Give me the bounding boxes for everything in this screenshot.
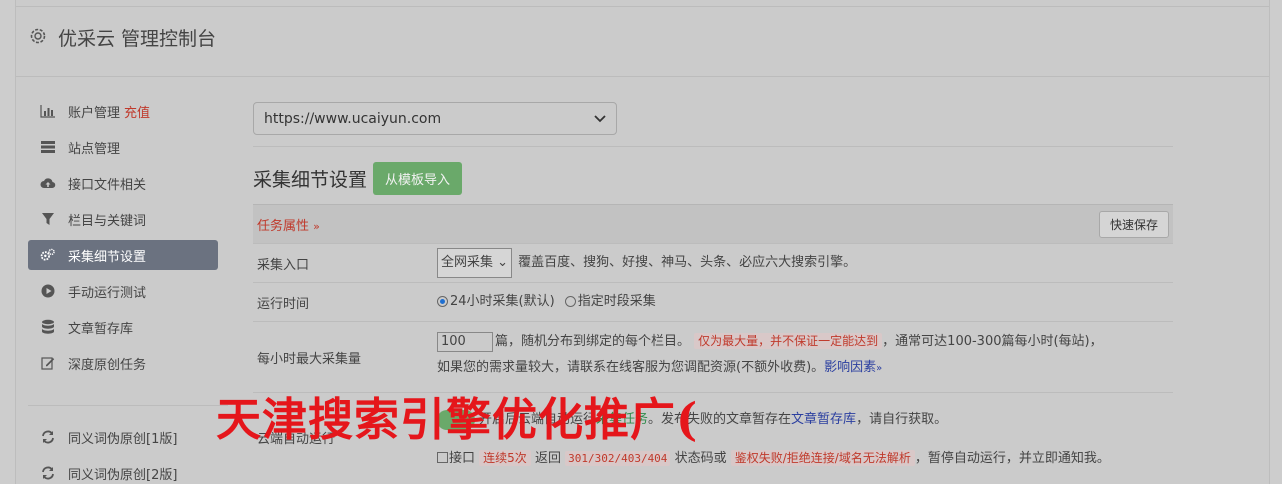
sidebar-item-synonym-v1[interactable]: 同义词伪原创[1版]	[28, 422, 218, 452]
max-rate-contact-text: 如果您的需求量较大，请联系在线客服为您调配资源(不额外收费)。	[437, 360, 825, 375]
site-select-value: https://www.ucaiyun.com	[264, 110, 442, 127]
task-properties-label: 任务属性	[257, 218, 310, 234]
chevron-down-icon: ⌄	[497, 255, 509, 270]
sidebar-item-article-storage[interactable]: 文章暂存库	[28, 312, 218, 342]
sidebar-item-columns-keywords[interactable]: 栏目与关键词	[28, 204, 218, 234]
max-rate-input[interactable]: 100	[437, 331, 493, 352]
cloud-text-3: ，请自行获取。	[856, 412, 948, 427]
gears-icon	[40, 247, 56, 263]
sidebar-item-label: 同义词伪原创[2版]	[68, 467, 178, 483]
entry-select-value: 全网采集	[441, 255, 494, 270]
quick-save-button[interactable]: 快速保存	[1098, 210, 1169, 238]
database-icon	[40, 319, 56, 335]
row-label: 每小时最大采集量	[257, 351, 362, 367]
chevron-down-icon	[594, 111, 606, 127]
double-chevron-down-icon: »	[313, 219, 320, 233]
sidebar-item-label: 栏目与关键词	[68, 213, 147, 229]
sidebar-item-collection-settings[interactable]: 采集细节设置	[28, 240, 218, 270]
sidebar-item-deep-original[interactable]: 深度原创任务	[28, 348, 218, 378]
section-title: 采集细节设置	[253, 168, 368, 191]
task-properties-toggle[interactable]: 任务属性 »	[257, 215, 320, 234]
pause-notify-text: ，暂停自动运行，并立即通知我。	[914, 451, 1110, 466]
sidebar-item-label: 站点管理	[68, 141, 121, 157]
max-rate-line-2: 如果您的需求量较大，请联系在线客服为您调配资源(不额外收费)。影响因素»	[437, 355, 1173, 382]
sidebar-item-account[interactable]: 账户管理 充值	[28, 96, 218, 126]
site-select[interactable]: https://www.ucaiyun.com	[253, 102, 617, 135]
consecutive-tag: 连续5次	[479, 450, 531, 466]
import-template-button[interactable]: 从模板导入	[373, 161, 463, 195]
pause-checkbox[interactable]	[437, 452, 448, 463]
entry-select[interactable]: 全网采集 ⌄	[437, 248, 513, 278]
overlay-watermark-text: 天津搜索引擎优化推广(	[216, 393, 699, 446]
max-rate-text: 篇，随机分布到绑定的每个栏目。	[495, 334, 691, 349]
max-rate-line-1: 100 篇，随机分布到绑定的每个栏目。 仅为最大量，并不保证一定能达到 ，通常可达1…	[437, 328, 1173, 355]
influence-factors-link[interactable]: 影响因素	[824, 360, 876, 375]
radio-24h[interactable]	[437, 295, 448, 307]
task-properties-bar: 任务属性 » 快速保存	[253, 204, 1173, 243]
sidebar-item-label: 文章暂存库	[68, 321, 134, 337]
sidebar-item-synonym-v2[interactable]: 同义词伪原创[2版]	[28, 458, 218, 484]
sidebar-item-label: 账户管理	[68, 105, 121, 121]
sidebar: 账户管理 充值 站点管理 接口文件相关 栏目与关键词 采集细节设置 手动运行测试…	[28, 96, 228, 484]
row-label: 采集入口	[257, 257, 310, 273]
scrollbar[interactable]	[1270, 0, 1282, 484]
refresh-icon	[40, 465, 56, 481]
divider	[253, 146, 1173, 147]
recharge-link[interactable]: 充值	[124, 102, 150, 121]
radio-scheduled-label: 指定时段采集	[577, 294, 656, 309]
status-text: 状态码或	[674, 451, 727, 466]
row-value: 全网采集 ⌄ 覆盖百度、搜狗、好搜、神马、头条、必应六大搜索引擎。	[437, 244, 1173, 282]
sidebar-item-label: 同义词伪原创[1版]	[68, 431, 178, 447]
row-max-rate: 每小时最大采集量 100 篇，随机分布到绑定的每个栏目。 仅为最大量，并不保证一定…	[253, 321, 1173, 392]
sidebar-item-interface-files[interactable]: 接口文件相关	[28, 168, 218, 198]
sidebar-item-sites[interactable]: 站点管理	[28, 132, 218, 162]
double-chevron-down-icon: »	[876, 363, 883, 374]
filter-icon	[40, 211, 56, 227]
page-title: 优采云 管理控制台	[58, 28, 217, 50]
bar-chart-icon	[40, 103, 56, 119]
gear-icon	[28, 26, 48, 46]
auth-fail-tag: 鉴权失败/拒绝连接/域名无法解析	[730, 450, 915, 466]
article-storage-link[interactable]: 文章暂存库	[791, 412, 856, 427]
sidebar-item-label: 手动运行测试	[68, 285, 147, 301]
max-rate-note: ，通常可达100-300篇每小时(每站)，	[882, 334, 1103, 349]
row-label: 运行时间	[257, 296, 310, 312]
cloud-upload-icon	[40, 175, 56, 191]
cloud-line-2: 接口 连续5次 返回 301/302/403/404 状态码或 鉴权失败/拒绝连…	[437, 445, 1173, 472]
row-collection-entry: 采集入口 全网采集 ⌄ 覆盖百度、搜狗、好搜、神马、头条、必应六大搜索引擎。	[253, 243, 1173, 282]
radio-scheduled[interactable]	[564, 295, 576, 307]
max-rate-warning: 仅为最大量，并不保证一定能达到	[694, 333, 883, 349]
play-circle-icon	[40, 283, 56, 299]
entry-description: 覆盖百度、搜狗、好搜、神马、头条、必应六大搜索引擎。	[518, 255, 857, 270]
sidebar-item-manual-test[interactable]: 手动运行测试	[28, 276, 218, 306]
header: 优采云 管理控制台	[16, 0, 1269, 77]
sidebar-item-label: 深度原创任务	[68, 357, 147, 373]
edit-icon	[40, 355, 56, 371]
checkbox-label: 接口	[449, 451, 476, 466]
status-codes: 301/302/403/404	[565, 451, 671, 466]
row-value: 24小时采集(默认) 指定时段采集	[437, 283, 1173, 321]
section-header: 采集细节设置 从模板导入	[253, 161, 1173, 195]
row-runtime: 运行时间 24小时采集(默认) 指定时段采集	[253, 282, 1173, 321]
radio-24h-label: 24小时采集(默认)	[450, 294, 555, 309]
sidebar-divider	[28, 384, 228, 406]
refresh-icon	[40, 429, 56, 445]
sidebar-item-label: 采集细节设置	[68, 249, 147, 265]
server-icon	[40, 139, 56, 155]
sidebar-item-label: 接口文件相关	[68, 177, 147, 193]
return-text: 返回	[534, 451, 561, 466]
row-value: 100 篇，随机分布到绑定的每个栏目。 仅为最大量，并不保证一定能达到 ，通常可达1…	[437, 322, 1173, 392]
